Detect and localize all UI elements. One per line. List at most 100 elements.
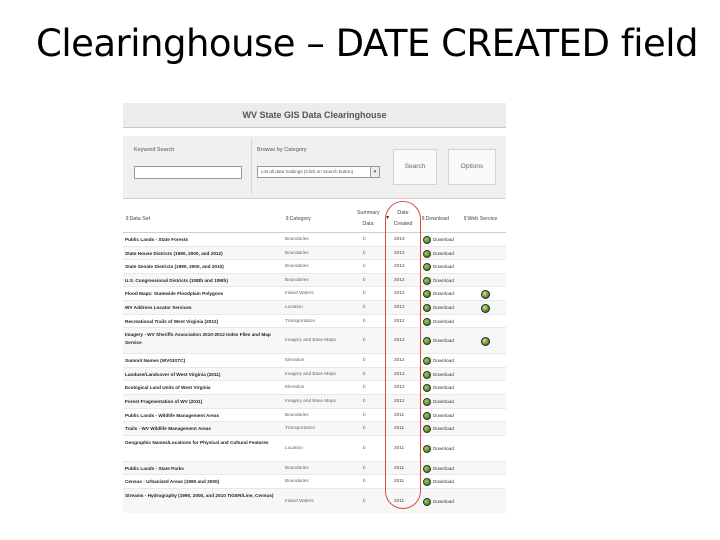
header-summary-line1: Summary: [357, 210, 380, 216]
data-set-link[interactable]: Imagery - WV Sheriffs Association 2010-2…: [125, 331, 280, 347]
header-download[interactable]: ⇕Download: [421, 216, 449, 222]
download-link[interactable]: Download: [423, 411, 454, 420]
date-created-cell: 2012: [394, 249, 405, 255]
download-link[interactable]: Download: [423, 384, 454, 393]
data-set-link[interactable]: Landuse/Landcover of West Virginia (2011…: [125, 371, 280, 379]
summary-link[interactable]: b: [363, 357, 366, 362]
date-created-cell: 2012: [394, 263, 405, 269]
keyword-search-input[interactable]: [134, 166, 242, 179]
table-row: Trails - WV Wildlife Management Areas Tra…: [123, 422, 506, 436]
category-cell: Boundaries: [285, 411, 309, 417]
category-cell: Inland Waters: [285, 497, 314, 503]
download-icon: [423, 370, 431, 379]
download-label: Download: [433, 499, 454, 505]
header-date-created[interactable]: Date Created: [391, 210, 415, 227]
table-row: Public Lands - State Forests Boundaries b 2…: [123, 233, 506, 247]
summary-link[interactable]: b: [363, 465, 366, 470]
web-service-icon[interactable]: [481, 290, 490, 300]
data-set-link[interactable]: Flood Maps: Statewide Floodplain Polygon…: [125, 290, 280, 298]
download-label: Download: [433, 264, 454, 270]
sort-desc-icon[interactable]: ▼: [385, 215, 390, 221]
download-label: Download: [433, 338, 454, 344]
web-service-icon[interactable]: [481, 337, 490, 347]
data-set-link[interactable]: Ecological Land Units of West Virginia: [125, 384, 280, 392]
category-cell: Boundaries: [285, 263, 309, 269]
download-icon: [423, 411, 431, 420]
summary-link[interactable]: b: [363, 318, 366, 323]
category-cell: Imagery and Base Maps: [285, 397, 336, 403]
header-data-set[interactable]: ⇕Data Set: [125, 216, 150, 222]
download-link[interactable]: Download: [423, 263, 454, 272]
summary-link[interactable]: b: [363, 498, 366, 503]
download-link[interactable]: Download: [423, 464, 454, 473]
data-table: ⇕Data Set ⇕Category Summary Data ▼ Date …: [123, 206, 506, 513]
header-category[interactable]: ⇕Category: [285, 216, 311, 222]
data-set-link[interactable]: Recreational Trails of West Virginia (20…: [125, 318, 280, 326]
data-set-link[interactable]: Forest Fragmentation of WV (2011): [125, 398, 280, 406]
data-set-link[interactable]: State Senate Districts (1990, 2000, and …: [125, 263, 280, 271]
category-cell: Elevation: [285, 357, 305, 363]
data-set-link[interactable]: Streams - Hydrography (1990, 2000, and 2…: [125, 492, 280, 500]
category-select[interactable]: List all data holdings (Click on Search …: [257, 166, 380, 178]
summary-link[interactable]: b: [363, 398, 366, 403]
download-link[interactable]: Download: [423, 337, 454, 346]
table-row: Ecological Land Units of West Virginia El…: [123, 381, 506, 395]
date-created-cell: 2012: [394, 303, 405, 309]
search-button[interactable]: Search: [393, 149, 437, 185]
data-set-link[interactable]: WV Address Locator Services: [125, 304, 280, 312]
download-link[interactable]: Download: [423, 497, 454, 506]
web-service-icon[interactable]: [481, 303, 490, 313]
download-link[interactable]: Download: [423, 478, 454, 487]
data-set-link[interactable]: Public Lands - State Parks: [125, 465, 280, 473]
summary-link[interactable]: b: [363, 236, 366, 241]
download-link[interactable]: Download: [423, 357, 454, 366]
summary-link[interactable]: b: [363, 384, 366, 389]
download-link[interactable]: Download: [423, 276, 454, 285]
header-summary: Summary Data: [357, 210, 380, 227]
download-link[interactable]: Download: [423, 397, 454, 406]
summary-link[interactable]: b: [363, 478, 366, 483]
summary-link[interactable]: b: [363, 425, 366, 430]
slide-title: Clearinghouse – DATE CREATED field: [36, 22, 699, 65]
summary-link[interactable]: b: [363, 250, 366, 255]
summary-link[interactable]: b: [363, 263, 366, 268]
category-cell: Imagery and Base Maps: [285, 337, 336, 343]
download-link[interactable]: Download: [423, 290, 454, 299]
summary-link[interactable]: b: [363, 371, 366, 376]
download-link[interactable]: Download: [423, 317, 454, 326]
summary-link[interactable]: b: [363, 337, 366, 342]
category-cell: Imagery and Base Maps: [285, 370, 336, 376]
header-web-service[interactable]: ⇕Web Service: [463, 216, 497, 222]
category-cell: Boundaries: [285, 276, 309, 282]
download-icon: [423, 276, 431, 285]
download-link[interactable]: Download: [423, 370, 454, 379]
download-link[interactable]: Download: [423, 303, 454, 312]
date-created-cell: 2012: [394, 384, 405, 390]
summary-link[interactable]: b: [363, 290, 366, 295]
download-label: Download: [433, 371, 454, 377]
download-link[interactable]: Download: [423, 444, 454, 453]
options-button[interactable]: Options: [448, 149, 496, 185]
download-link[interactable]: Download: [423, 425, 454, 434]
download-link[interactable]: Download: [423, 249, 454, 258]
summary-link[interactable]: b: [363, 412, 366, 417]
download-icon: [423, 464, 431, 473]
data-set-link[interactable]: Summit Names (WVGISTC): [125, 357, 280, 365]
summary-link[interactable]: b: [363, 445, 366, 450]
header-download-label: Download: [425, 216, 450, 222]
data-set-link[interactable]: Public Lands - Wildlife Management Areas: [125, 412, 280, 420]
category-cell: Transportation: [285, 317, 316, 323]
download-link[interactable]: Download: [423, 236, 454, 244]
data-set-link[interactable]: Geographic Names/Locations for Physical …: [125, 439, 280, 447]
data-set-link[interactable]: Trails - WV Wildlife Management Areas: [125, 425, 280, 433]
panel-divider: [251, 138, 252, 194]
data-set-link[interactable]: State House Districts (1990, 2000, and 2…: [125, 250, 280, 258]
data-set-link[interactable]: Census - Urbanized Areas (1990 and 2000): [125, 478, 280, 486]
data-set-link[interactable]: U.S. Congressional Districts (108th and …: [125, 277, 280, 285]
download-label: Download: [433, 237, 454, 243]
chevron-down-icon[interactable]: ▾: [370, 167, 379, 177]
summary-link[interactable]: b: [363, 277, 366, 282]
summary-link[interactable]: b: [363, 304, 366, 309]
data-set-link[interactable]: Public Lands - State Forests: [125, 236, 280, 244]
header-category-label: Category: [289, 216, 311, 222]
